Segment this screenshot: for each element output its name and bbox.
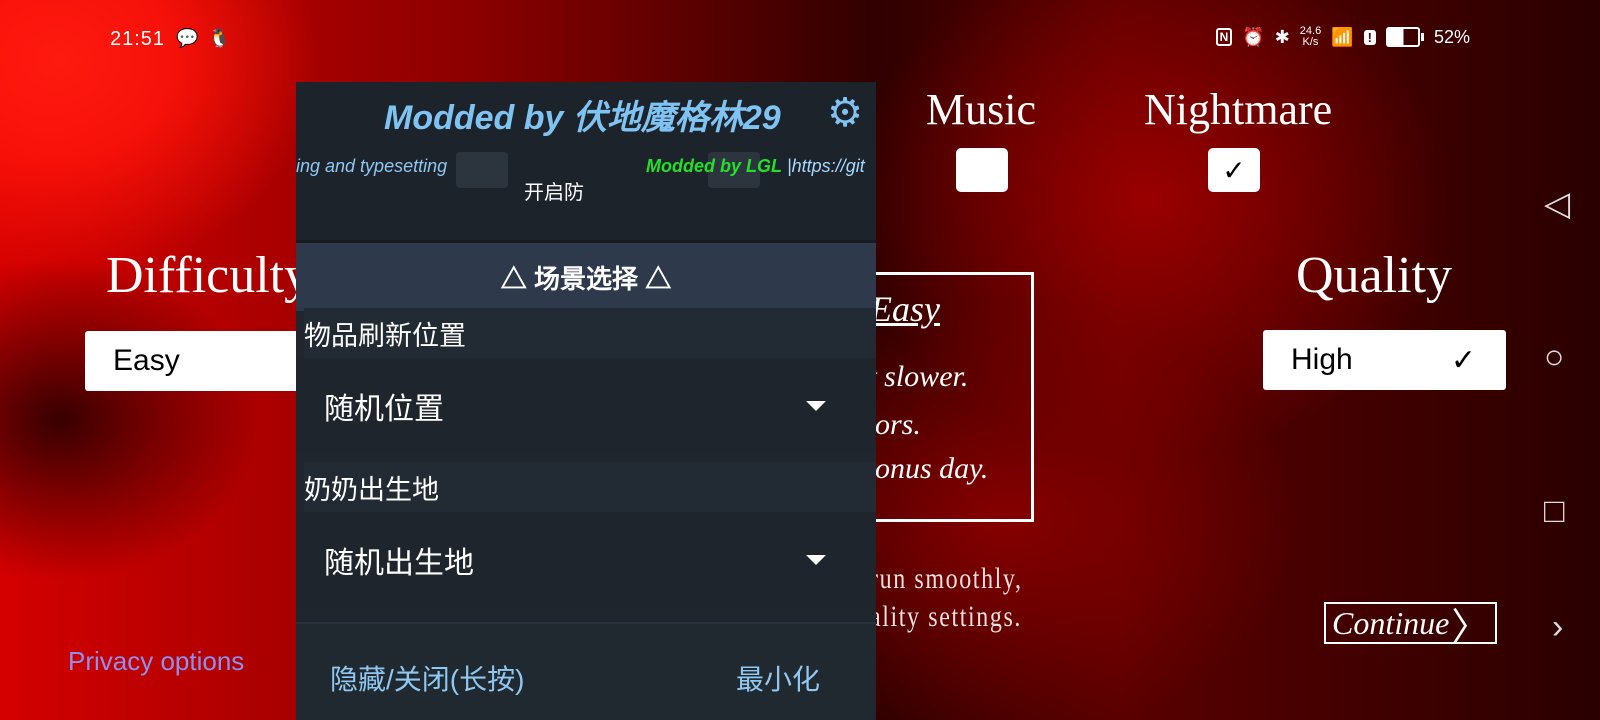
mod-menu-panel: Modded by 伏地魔格林29 ⚙ ing and typesetting … bbox=[296, 82, 876, 720]
chevron-right-icon: 〉 bbox=[1451, 606, 1490, 649]
performance-hint: ality settings. bbox=[870, 600, 1022, 633]
quality-label: Quality bbox=[1296, 247, 1452, 304]
music-label: Music bbox=[926, 85, 1036, 134]
continue-label: Continue bbox=[1332, 604, 1450, 641]
back-icon[interactable]: ◁ bbox=[1544, 184, 1570, 224]
alarm-icon: ⏰ bbox=[1242, 26, 1265, 47]
battery-percent: 52% bbox=[1433, 26, 1470, 47]
qq-icon: 🐧 bbox=[208, 28, 231, 48]
check-icon: ✓ bbox=[1450, 343, 1476, 377]
privacy-options-link[interactable]: Privacy options bbox=[68, 646, 244, 677]
net-speed-unit: K/s bbox=[1302, 36, 1319, 48]
performance-hint: run smoothly, bbox=[870, 562, 1023, 595]
minimize-button[interactable]: 最小化 bbox=[736, 658, 820, 698]
difficulty-label: Difficulty bbox=[106, 247, 311, 304]
info-line: it slower. bbox=[860, 360, 969, 393]
gear-icon[interactable]: ⚙ bbox=[826, 93, 864, 133]
item-refresh-value: 随机位置 bbox=[324, 393, 444, 426]
difficulty-value: Easy bbox=[113, 344, 180, 377]
alert-icon: ! bbox=[1363, 29, 1376, 45]
wifi-icon: 📶 bbox=[1331, 26, 1354, 47]
granny-spawn-dropdown[interactable]: 随机出生地 bbox=[296, 512, 876, 608]
status-icons: N ⏰ ✱ 24.6 K/s 📶 ! 52% bbox=[1215, 26, 1470, 48]
caret-down-icon bbox=[806, 555, 826, 565]
section-header-scene[interactable]: △ 场景选择 △ bbox=[296, 240, 876, 311]
info-title: Easy bbox=[870, 289, 940, 329]
field-label-item-refresh: 物品刷新位置 bbox=[304, 308, 876, 358]
nightmare-checkbox[interactable]: ✓ bbox=[1208, 148, 1260, 192]
marquee-credit-text: Modded by LGL bbox=[646, 156, 782, 176]
marquee-text: ing and typesetting bbox=[296, 156, 448, 176]
marquee-ghost-block bbox=[456, 152, 508, 188]
nightmare-label: Nightmare bbox=[1144, 85, 1333, 134]
quality-value: High bbox=[1291, 343, 1353, 376]
info-line: bonus day. bbox=[860, 452, 989, 485]
bluetooth-icon: ✱ bbox=[1274, 26, 1290, 47]
partial-menu-item[interactable]: 开启防 bbox=[524, 176, 584, 205]
net-speed: 24.6 K/s bbox=[1300, 26, 1321, 48]
battery-icon bbox=[1385, 27, 1424, 47]
wechat-icon: 💬 bbox=[176, 28, 199, 48]
expand-icon[interactable]: › bbox=[1552, 608, 1563, 647]
status-time: 21:51 bbox=[110, 28, 166, 50]
mod-menu-title: Modded by 伏地魔格林29 bbox=[384, 99, 781, 137]
nfc-icon: N bbox=[1215, 28, 1233, 46]
marquee-credit: Modded by LGL |https://git bbox=[646, 156, 865, 177]
hide-close-button[interactable]: 隐藏/关闭(长按) bbox=[330, 658, 524, 698]
quality-dropdown[interactable]: High ✓ bbox=[1263, 330, 1506, 390]
home-icon[interactable]: ○ bbox=[1544, 338, 1565, 377]
recents-icon[interactable]: □ bbox=[1544, 492, 1565, 531]
marquee-url: |https://git bbox=[781, 156, 865, 176]
caret-down-icon bbox=[806, 401, 826, 411]
music-checkbox[interactable] bbox=[956, 148, 1008, 192]
granny-spawn-value: 随机出生地 bbox=[324, 547, 474, 580]
mod-menu-footer: 隐藏/关闭(长按) 最小化 bbox=[296, 622, 876, 720]
field-label-granny-spawn: 奶奶出生地 bbox=[304, 462, 876, 512]
mod-menu-header[interactable]: Modded by 伏地魔格林29 ⚙ ing and typesetting … bbox=[296, 82, 876, 240]
check-icon: ✓ bbox=[1222, 154, 1246, 186]
continue-button[interactable]: Continue 〉 bbox=[1324, 602, 1498, 649]
item-refresh-dropdown[interactable]: 随机位置 bbox=[296, 358, 876, 454]
